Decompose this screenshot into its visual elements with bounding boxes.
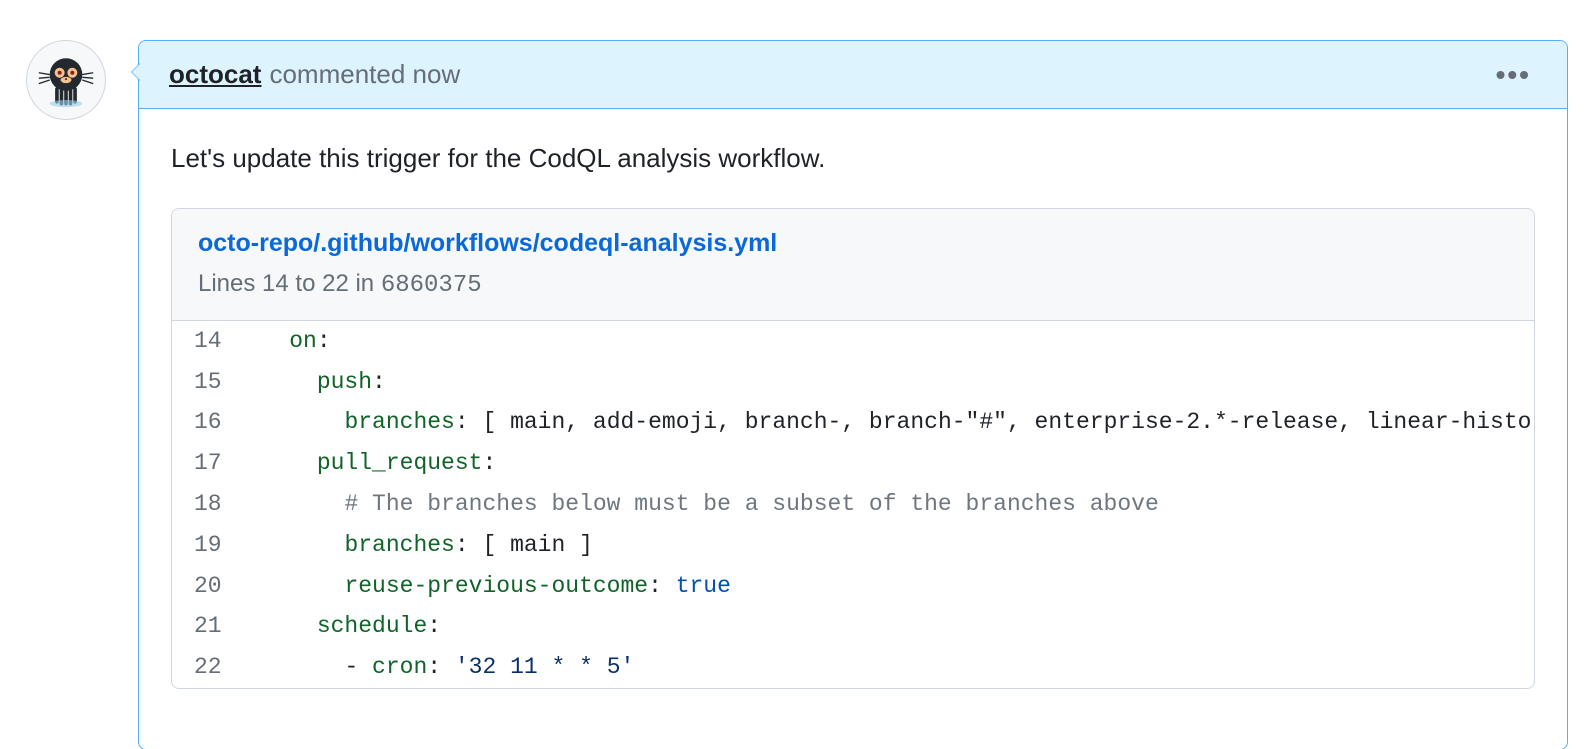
line-number[interactable]: 19 [172,525,244,566]
line-content: push: [244,362,1534,403]
line-content: reuse-previous-outcome: true [244,566,1534,607]
line-number[interactable]: 20 [172,566,244,607]
comment-container: octocat commented now ••• Let's update t… [138,40,1568,749]
snippet-header: octo-repo/.github/workflows/codeql-analy… [172,209,1534,321]
line-number[interactable]: 16 [172,402,244,443]
comment-meta: commented now [269,59,460,90]
code-line: 14 on: [172,321,1534,362]
line-content: branches: [ main ] [244,525,1534,566]
snippet-lines-prefix: Lines [198,270,262,297]
line-number[interactable]: 15 [172,362,244,403]
line-content: - cron: '32 11 * * 5' [244,647,1534,688]
line-number[interactable]: 14 [172,321,244,362]
kebab-icon[interactable]: ••• [1490,69,1537,81]
line-content: pull_request: [244,443,1534,484]
code-scroll-region[interactable]: 14 on:15 push:16 branches: [ main, add-e… [172,321,1534,688]
code-line: 20 reuse-previous-outcome: true [172,566,1534,607]
line-number[interactable]: 22 [172,647,244,688]
code-line: 18 # The branches below must be a subset… [172,484,1534,525]
line-number[interactable]: 18 [172,484,244,525]
comment-header: octocat commented now ••• [139,41,1567,109]
comment-action-text: commented [269,59,405,89]
line-number[interactable]: 21 [172,606,244,647]
code-line: 22 - cron: '32 11 * * 5' [172,647,1534,688]
code-line: 21 schedule: [172,606,1534,647]
snippet-file-link[interactable]: octo-repo/.github/workflows/codeql-analy… [198,229,777,257]
line-content: schedule: [244,606,1534,647]
comment-author-link[interactable]: octocat [169,59,261,90]
snippet-lines-meta: Lines 14 to 22 in 6860375 [198,265,1508,305]
comment-timestamp-link[interactable]: now [413,59,461,89]
code-line: 19 branches: [ main ] [172,525,1534,566]
octocat-icon [37,51,95,109]
code-line: 17 pull_request: [172,443,1534,484]
snippet-lines-range: 14 to 22 [262,270,349,297]
line-content: on: [244,321,1534,362]
snippet-lines-in: in [349,270,381,297]
code-table: 14 on:15 push:16 branches: [ main, add-e… [172,321,1534,688]
line-number[interactable]: 17 [172,443,244,484]
code-line: 16 branches: [ main, add-emoji, branch-,… [172,402,1534,443]
comment-body: Let's update this trigger for the CodQL … [139,109,1567,749]
code-snippet: octo-repo/.github/workflows/codeql-analy… [171,208,1535,689]
comment-text: Let's update this trigger for the CodQL … [171,139,1535,178]
code-line: 15 push: [172,362,1534,403]
line-content: # The branches below must be a subset of… [244,484,1534,525]
snippet-commit-sha[interactable]: 6860375 [381,272,482,299]
line-content: branches: [ main, add-emoji, branch-, br… [244,402,1534,443]
avatar[interactable] [26,40,106,120]
